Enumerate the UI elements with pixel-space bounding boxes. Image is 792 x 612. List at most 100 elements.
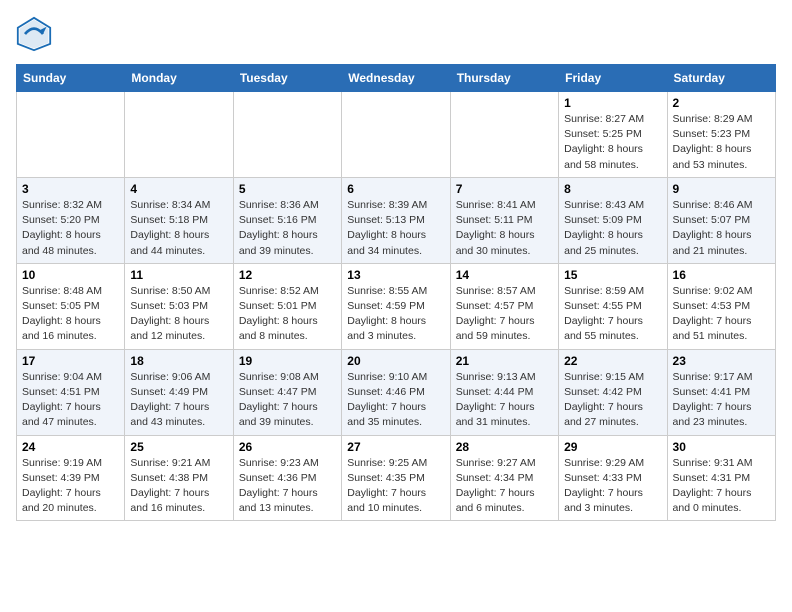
day-cell: 19 Sunrise: 9:08 AMSunset: 4:47 PMDayligh… [233,349,341,435]
day-info: Sunrise: 9:23 AMSunset: 4:36 PMDaylight:… [239,456,336,517]
weekday-header-friday: Friday [559,65,667,92]
calendar-table: SundayMondayTuesdayWednesdayThursdayFrid… [16,64,776,521]
day-info: Sunrise: 8:34 AMSunset: 5:18 PMDaylight:… [130,198,227,259]
day-number: 25 [130,440,227,454]
day-number: 21 [456,354,553,368]
day-number: 1 [564,96,661,110]
day-cell [125,92,233,178]
day-cell: 4 Sunrise: 8:34 AMSunset: 5:18 PMDaylight… [125,177,233,263]
weekday-header-sunday: Sunday [17,65,125,92]
day-number: 2 [673,96,770,110]
day-info: Sunrise: 9:21 AMSunset: 4:38 PMDaylight:… [130,456,227,517]
week-row-3: 10 Sunrise: 8:48 AMSunset: 5:05 PMDayligh… [17,263,776,349]
weekday-header-thursday: Thursday [450,65,558,92]
page-header [16,16,776,52]
day-cell: 9 Sunrise: 8:46 AMSunset: 5:07 PMDaylight… [667,177,775,263]
day-cell: 7 Sunrise: 8:41 AMSunset: 5:11 PMDaylight… [450,177,558,263]
day-info: Sunrise: 9:06 AMSunset: 4:49 PMDaylight:… [130,370,227,431]
day-info: Sunrise: 9:25 AMSunset: 4:35 PMDaylight:… [347,456,444,517]
day-cell: 14 Sunrise: 8:57 AMSunset: 4:57 PMDayligh… [450,263,558,349]
day-number: 7 [456,182,553,196]
day-number: 18 [130,354,227,368]
day-number: 23 [673,354,770,368]
day-info: Sunrise: 9:08 AMSunset: 4:47 PMDaylight:… [239,370,336,431]
day-cell: 13Sunrise: 8:55 AMSunset: 4:59 PMDayligh… [342,263,450,349]
day-cell: 8 Sunrise: 8:43 AMSunset: 5:09 PMDaylight… [559,177,667,263]
week-row-5: 24 Sunrise: 9:19 AMSunset: 4:39 PMDayligh… [17,435,776,521]
day-cell: 17Sunrise: 9:04 AMSunset: 4:51 PMDayligh… [17,349,125,435]
day-cell: 23Sunrise: 9:17 AMSunset: 4:41 PMDayligh… [667,349,775,435]
week-row-2: 3 Sunrise: 8:32 AMSunset: 5:20 PMDaylight… [17,177,776,263]
day-info: Sunrise: 9:10 AMSunset: 4:46 PMDaylight:… [347,370,444,431]
day-info: Sunrise: 8:55 AMSunset: 4:59 PMDaylight:… [347,284,444,345]
day-number: 3 [22,182,119,196]
day-cell: 5 Sunrise: 8:36 AMSunset: 5:16 PMDaylight… [233,177,341,263]
day-info: Sunrise: 8:52 AMSunset: 5:01 PMDaylight:… [239,284,336,345]
day-cell: 6Sunrise: 8:39 AMSunset: 5:13 PMDaylight… [342,177,450,263]
weekday-header-tuesday: Tuesday [233,65,341,92]
day-cell: 11Sunrise: 8:50 AMSunset: 5:03 PMDayligh… [125,263,233,349]
day-cell: 24 Sunrise: 9:19 AMSunset: 4:39 PMDayligh… [17,435,125,521]
day-cell: 28 Sunrise: 9:27 AMSunset: 4:34 PMDayligh… [450,435,558,521]
day-number: 14 [456,268,553,282]
weekday-header-saturday: Saturday [667,65,775,92]
day-cell: 25 Sunrise: 9:21 AMSunset: 4:38 PMDayligh… [125,435,233,521]
logo-icon [16,16,52,52]
day-number: 17 [22,354,119,368]
day-cell: 16 Sunrise: 9:02 AMSunset: 4:53 PMDayligh… [667,263,775,349]
day-cell: 15Sunrise: 8:59 AMSunset: 4:55 PMDayligh… [559,263,667,349]
week-row-4: 17Sunrise: 9:04 AMSunset: 4:51 PMDayligh… [17,349,776,435]
day-info: Sunrise: 8:32 AMSunset: 5:20 PMDaylight:… [22,198,119,259]
day-cell: 18 Sunrise: 9:06 AMSunset: 4:49 PMDayligh… [125,349,233,435]
day-cell: 29 Sunrise: 9:29 AMSunset: 4:33 PMDayligh… [559,435,667,521]
day-info: Sunrise: 9:27 AMSunset: 4:34 PMDaylight:… [456,456,553,517]
day-number: 19 [239,354,336,368]
day-number: 10 [22,268,119,282]
day-cell: 30 Sunrise: 9:31 AMSunset: 4:31 PMDayligh… [667,435,775,521]
day-number: 24 [22,440,119,454]
day-info: Sunrise: 8:43 AMSunset: 5:09 PMDaylight:… [564,198,661,259]
day-number: 26 [239,440,336,454]
day-info: Sunrise: 8:29 AMSunset: 5:23 PMDaylight:… [673,112,770,173]
day-info: Sunrise: 8:48 AMSunset: 5:05 PMDaylight:… [22,284,119,345]
day-info: Sunrise: 8:27 AMSunset: 5:25 PMDaylight:… [564,112,661,173]
day-info: Sunrise: 8:41 AMSunset: 5:11 PMDaylight:… [456,198,553,259]
day-cell [342,92,450,178]
logo [16,16,58,52]
day-cell: 12 Sunrise: 8:52 AMSunset: 5:01 PMDayligh… [233,263,341,349]
day-number: 12 [239,268,336,282]
day-number: 20 [347,354,444,368]
weekday-header-wednesday: Wednesday [342,65,450,92]
day-number: 4 [130,182,227,196]
day-cell: 22 Sunrise: 9:15 AMSunset: 4:42 PMDayligh… [559,349,667,435]
day-info: Sunrise: 8:39 AMSunset: 5:13 PMDaylight:… [347,198,444,259]
day-number: 5 [239,182,336,196]
day-number: 27 [347,440,444,454]
day-number: 11 [130,268,227,282]
day-info: Sunrise: 8:59 AMSunset: 4:55 PMDaylight:… [564,284,661,345]
day-number: 29 [564,440,661,454]
weekday-header-row: SundayMondayTuesdayWednesdayThursdayFrid… [17,65,776,92]
day-cell: 1 Sunrise: 8:27 AMSunset: 5:25 PMDaylight… [559,92,667,178]
day-cell [17,92,125,178]
day-info: Sunrise: 8:46 AMSunset: 5:07 PMDaylight:… [673,198,770,259]
day-info: Sunrise: 9:29 AMSunset: 4:33 PMDaylight:… [564,456,661,517]
day-cell: 21Sunrise: 9:13 AMSunset: 4:44 PMDayligh… [450,349,558,435]
day-number: 30 [673,440,770,454]
day-number: 22 [564,354,661,368]
day-cell: 2 Sunrise: 8:29 AMSunset: 5:23 PMDaylight… [667,92,775,178]
day-cell [450,92,558,178]
day-info: Sunrise: 9:31 AMSunset: 4:31 PMDaylight:… [673,456,770,517]
day-number: 8 [564,182,661,196]
day-info: Sunrise: 9:15 AMSunset: 4:42 PMDaylight:… [564,370,661,431]
day-info: Sunrise: 9:19 AMSunset: 4:39 PMDaylight:… [22,456,119,517]
day-info: Sunrise: 9:02 AMSunset: 4:53 PMDaylight:… [673,284,770,345]
weekday-header-monday: Monday [125,65,233,92]
week-row-1: 1 Sunrise: 8:27 AMSunset: 5:25 PMDaylight… [17,92,776,178]
day-cell [233,92,341,178]
day-info: Sunrise: 8:57 AMSunset: 4:57 PMDaylight:… [456,284,553,345]
day-number: 16 [673,268,770,282]
day-info: Sunrise: 8:36 AMSunset: 5:16 PMDaylight:… [239,198,336,259]
day-number: 9 [673,182,770,196]
day-number: 28 [456,440,553,454]
